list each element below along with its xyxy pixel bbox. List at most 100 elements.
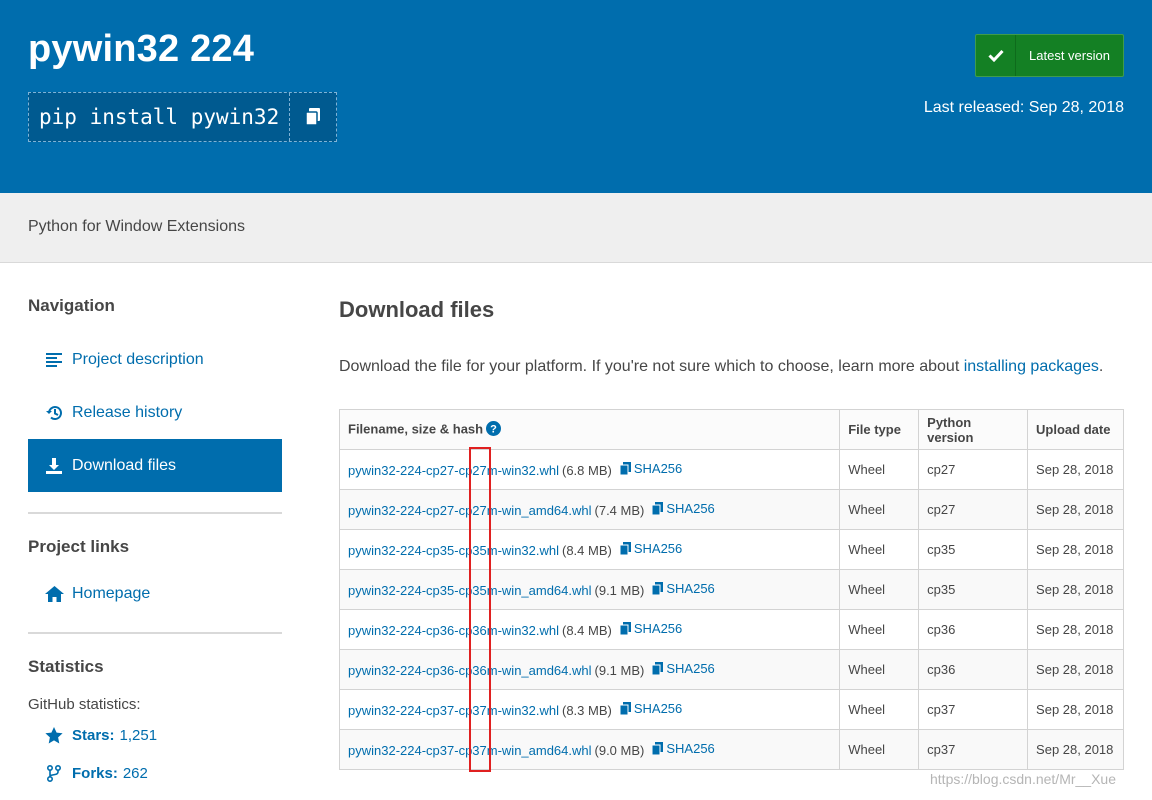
copy-icon xyxy=(619,542,631,555)
sidebar-divider xyxy=(28,512,282,514)
download-files-table: Filename, size & hash? File type Python … xyxy=(338,409,1124,770)
svg-text:?: ? xyxy=(490,423,497,435)
copy-command-button[interactable] xyxy=(290,93,336,141)
upload-date-cell: Sep 28, 2018 xyxy=(1027,449,1124,490)
table-row: pywin32-224-cp35-cp35m-win_amd64.whl (9.1… xyxy=(338,569,1124,610)
download-icon xyxy=(44,457,64,474)
align-left-icon xyxy=(44,352,64,367)
sha256-label: SHA256 xyxy=(633,701,683,716)
copy-icon xyxy=(652,502,664,515)
highlight-annotation-box xyxy=(469,447,491,772)
header-file-type: File type xyxy=(839,409,920,450)
python-version-cell: cp27 xyxy=(918,449,1029,490)
file-link[interactable]: pywin32-224-cp27-cp27m-win32.whl xyxy=(348,463,559,478)
file-cell: pywin32-224-cp37-cp37m-win32.whl (8.3 MB)… xyxy=(338,689,841,730)
sha256-link[interactable]: SHA256 xyxy=(652,581,715,596)
navigation-heading: Navigation xyxy=(28,296,115,315)
sha256-link[interactable]: SHA256 xyxy=(652,741,715,756)
pip-command[interactable]: pip install pywin32 xyxy=(29,93,291,141)
header-upload-date: Upload date xyxy=(1027,409,1124,450)
link-homepage[interactable]: Homepage xyxy=(28,567,282,620)
github-forks[interactable]: Forks: 262 xyxy=(44,765,148,782)
table-row: pywin32-224-cp27-cp27m-win32.whl (6.8 MB)… xyxy=(338,449,1124,490)
copy-icon xyxy=(305,108,321,126)
nav-download-files[interactable]: Download files xyxy=(28,439,282,492)
statistics-heading: Statistics xyxy=(28,657,104,676)
package-header: pywin32 224 pip install pywin32 Latest v… xyxy=(0,0,1152,193)
file-type-cell: Wheel xyxy=(839,649,920,690)
file-type-cell: Wheel xyxy=(839,489,920,530)
file-link[interactable]: pywin32-224-cp37-cp37m-win32.whl xyxy=(348,703,559,718)
github-stars[interactable]: Stars: 1,251 xyxy=(44,727,157,744)
sha256-link[interactable]: SHA256 xyxy=(619,461,682,476)
last-released: Last released: Sep 28, 2018 xyxy=(923,99,1124,116)
file-size: (6.8 MB) xyxy=(562,463,612,478)
sha256-link[interactable]: SHA256 xyxy=(619,541,683,556)
python-version-cell: cp35 xyxy=(918,569,1029,610)
file-type-cell: Wheel xyxy=(839,609,920,650)
sha256-link[interactable]: SHA256 xyxy=(652,661,715,676)
table-row: pywin32-224-cp36-cp36m-win_amd64.whl (9.1… xyxy=(338,649,1124,690)
nav-release-history[interactable]: Release history xyxy=(28,386,282,439)
upload-date-cell: Sep 28, 2018 xyxy=(1027,529,1124,570)
file-size: (8.4 MB) xyxy=(562,623,612,638)
file-size: (8.3 MB) xyxy=(562,703,612,718)
sha256-link[interactable]: SHA256 xyxy=(619,621,683,636)
python-version-cell: cp37 xyxy=(918,689,1029,730)
copy-icon xyxy=(619,622,631,635)
sidebar-divider xyxy=(28,632,282,634)
table-row: pywin32-224-cp35-cp35m-win32.whl (8.4 MB)… xyxy=(338,529,1124,570)
sha256-label: SHA256 xyxy=(666,581,715,596)
latest-version-label: Latest version xyxy=(1029,48,1110,63)
project-links-heading: Project links xyxy=(28,537,130,556)
file-link[interactable]: pywin32-224-cp35-cp35m-win32.whl xyxy=(348,543,559,558)
pip-command-box: pip install pywin32 xyxy=(28,92,338,142)
header-filename: Filename, size & hash? xyxy=(338,409,841,450)
nav-release-history-label: Release history xyxy=(72,403,183,421)
nav-project-description[interactable]: Project description xyxy=(28,333,282,386)
latest-version-button[interactable]: Latest version xyxy=(975,34,1124,77)
github-statistics-label: GitHub statistics: xyxy=(28,696,141,713)
sha256-label: SHA256 xyxy=(666,661,715,676)
python-version-cell: cp36 xyxy=(918,609,1029,650)
history-icon xyxy=(44,405,64,421)
package-summary-band: Python for Window Extensions xyxy=(0,193,1152,263)
check-icon xyxy=(976,35,1016,76)
copy-icon xyxy=(619,462,631,475)
file-size: (8.4 MB) xyxy=(562,543,612,558)
file-cell: pywin32-224-cp36-cp36m-win32.whl (8.4 MB)… xyxy=(338,609,841,650)
table-row: pywin32-224-cp27-cp27m-win_amd64.whl (7.4… xyxy=(338,489,1124,530)
sha256-label: SHA256 xyxy=(666,741,715,756)
home-icon xyxy=(44,585,64,602)
file-type-cell: Wheel xyxy=(839,449,920,490)
sha256-link[interactable]: SHA256 xyxy=(652,501,715,516)
file-cell: pywin32-224-cp35-cp35m-win32.whl (8.4 MB)… xyxy=(338,529,841,570)
file-cell: pywin32-224-cp36-cp36m-win_amd64.whl (9.1… xyxy=(338,649,841,690)
copy-icon xyxy=(619,702,631,715)
file-link[interactable]: pywin32-224-cp36-cp36m-win32.whl xyxy=(348,623,559,638)
download-files-heading: Download files xyxy=(339,297,495,322)
sha256-label: SHA256 xyxy=(633,541,683,556)
sha256-label: SHA256 xyxy=(633,621,683,636)
table-row: pywin32-224-cp36-cp36m-win32.whl (8.4 MB)… xyxy=(338,609,1124,650)
fork-icon xyxy=(44,765,64,782)
watermark: https://blog.csdn.net/Mr__Xue xyxy=(930,771,1116,787)
file-size: (9.0 MB) xyxy=(594,743,645,758)
upload-date-cell: Sep 28, 2018 xyxy=(1027,609,1124,650)
header-python-version: Python version xyxy=(918,409,1029,450)
upload-date-cell: Sep 28, 2018 xyxy=(1027,569,1124,610)
help-icon[interactable]: ? xyxy=(486,420,502,439)
nav-download-files-label: Download files xyxy=(72,456,177,474)
table-row: pywin32-224-cp37-cp37m-win_amd64.whl (9.0… xyxy=(338,729,1124,770)
file-cell: pywin32-224-cp35-cp35m-win_amd64.whl (9.1… xyxy=(338,569,841,610)
forks-label: Forks: xyxy=(72,765,118,782)
installing-packages-link[interactable]: installing packages xyxy=(964,358,1099,375)
file-size: (9.1 MB) xyxy=(594,663,645,678)
upload-date-cell: Sep 28, 2018 xyxy=(1027,649,1124,690)
download-intro: Download the file for your platform. If … xyxy=(339,358,1103,376)
upload-date-cell: Sep 28, 2018 xyxy=(1027,489,1124,530)
stars-value: 1,251 xyxy=(119,727,158,744)
sha256-link[interactable]: SHA256 xyxy=(619,701,683,716)
python-version-cell: cp35 xyxy=(918,529,1029,570)
homepage-label: Homepage xyxy=(72,584,151,602)
